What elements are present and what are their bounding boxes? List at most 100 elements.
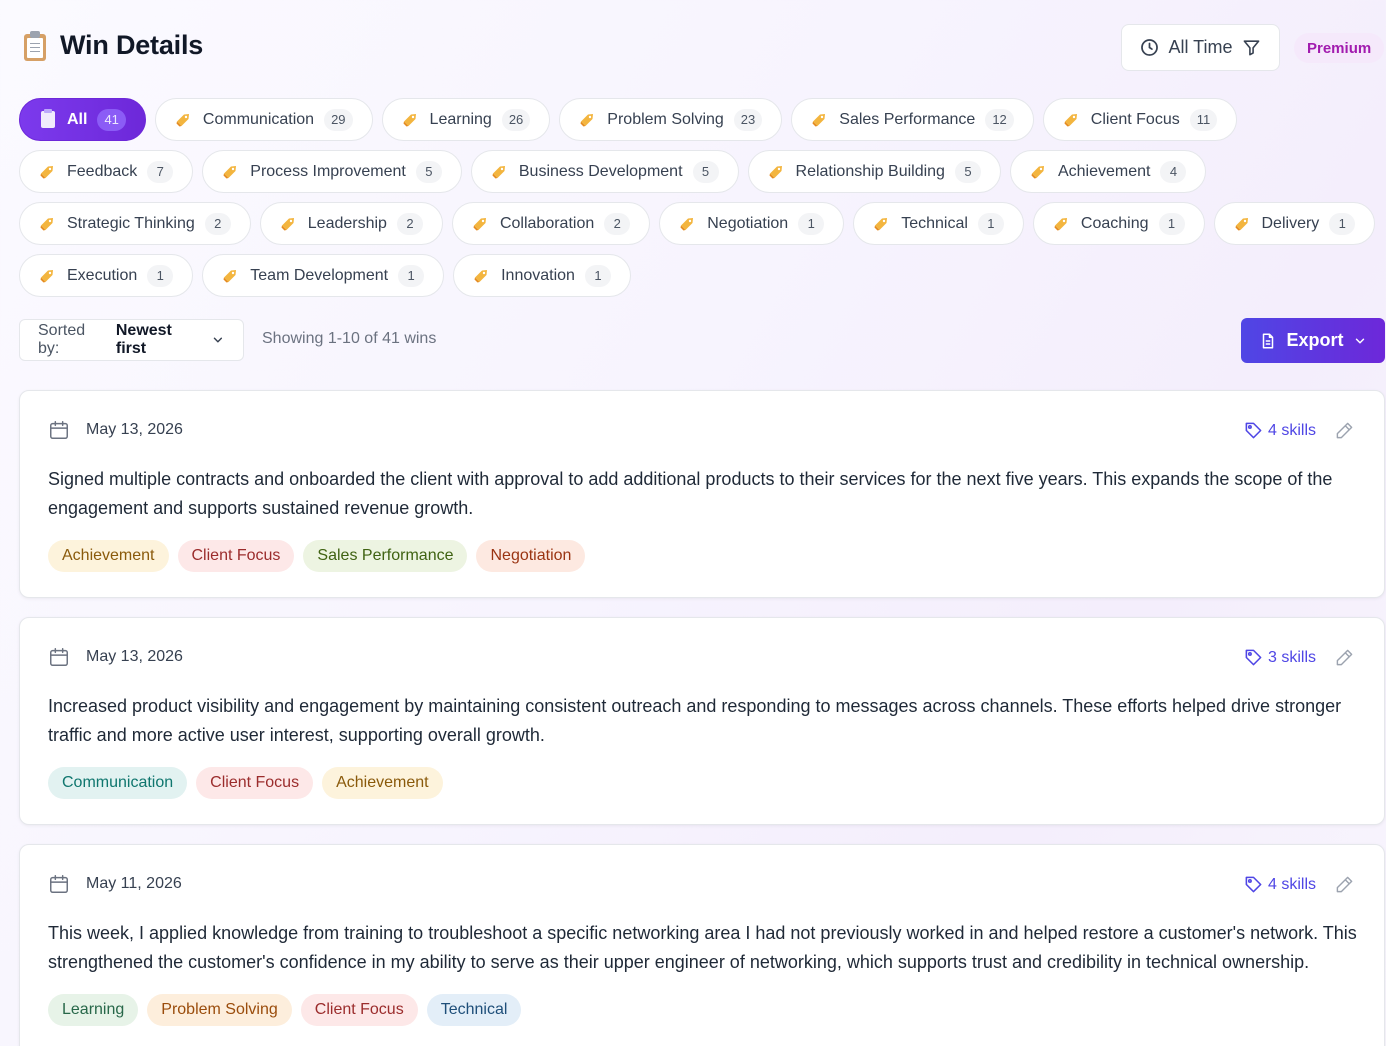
category-chip-problem-solving[interactable]: Problem Solving 23: [559, 98, 783, 141]
tag-icon: [472, 216, 488, 232]
skill-tag[interactable]: Achievement: [48, 540, 169, 572]
pencil-icon[interactable]: [1335, 875, 1354, 894]
skill-tag[interactable]: Client Focus: [177, 540, 295, 572]
tag-icon: [873, 216, 889, 232]
tag-icon: [491, 164, 507, 180]
win-date-row: May 11, 2026: [48, 873, 182, 895]
tag-icon: [222, 268, 238, 284]
win-card[interactable]: May 11, 2026 4 skills This week, I applied…: [19, 844, 1385, 1046]
tag-icon: [39, 268, 55, 284]
calendar-icon: [50, 648, 68, 666]
category-chip-business-development[interactable]: Business Development 5: [470, 150, 739, 193]
category-chip-sales-performance[interactable]: Sales Performance 12: [791, 98, 1034, 141]
calendar-icon: [50, 421, 68, 439]
category-chip-count: 12: [985, 108, 1014, 131]
category-chip-count: 7: [147, 160, 174, 183]
skill-tag[interactable]: Client Focus: [300, 994, 418, 1026]
category-chip-client-focus[interactable]: Client Focus 11: [1042, 98, 1238, 141]
category-chip-label: Achievement: [1057, 162, 1151, 180]
win-card[interactable]: May 13, 2026 3 skills Increased product vi…: [19, 617, 1385, 825]
category-chip-learning[interactable]: Learning 26: [381, 98, 551, 141]
category-chip-count: 1: [398, 264, 425, 287]
clock-icon: [1141, 39, 1159, 56]
category-chip-coaching[interactable]: Coaching 1: [1032, 202, 1205, 245]
filter-icon: [1243, 40, 1259, 56]
category-chip-count: 23: [733, 108, 763, 131]
category-chip-count: 1: [798, 212, 825, 235]
sort-value: Newest first: [115, 322, 172, 357]
category-chip-collaboration[interactable]: Collaboration 2: [451, 202, 651, 245]
category-chip-count: 4: [1160, 160, 1187, 183]
skill-tag[interactable]: Sales Performance: [303, 540, 468, 572]
page-title: Win Details: [60, 30, 204, 60]
category-chip-relationship-building[interactable]: Relationship Building 5: [747, 150, 1001, 193]
export-button[interactable]: Export: [1241, 318, 1385, 363]
category-chip-technical[interactable]: Technical 1: [853, 202, 1024, 245]
category-chip-strategic-thinking[interactable]: Strategic Thinking 2: [19, 202, 251, 245]
tag-icon: [1053, 216, 1069, 232]
premium-badge[interactable]: Premium: [1294, 33, 1385, 63]
clipboard-icon: [22, 30, 48, 61]
category-chip-label: Coaching: [1080, 214, 1149, 232]
results-count: Showing 1-10 of 41 wins: [262, 330, 437, 347]
category-chip-label: Leadership: [307, 214, 387, 232]
sort-prefix: Sorted by:: [38, 322, 86, 357]
skills-count: 3 skills: [1267, 648, 1316, 666]
category-chip-label: Communication: [202, 110, 315, 128]
pencil-icon[interactable]: [1335, 421, 1354, 440]
win-date-row: May 13, 2026: [48, 419, 183, 441]
category-chip-label: Team Development: [250, 266, 389, 284]
category-chip-feedback[interactable]: Feedback 7: [19, 150, 194, 193]
category-chip-count: 1: [147, 264, 174, 287]
category-chip-achievement[interactable]: Achievement 4: [1009, 150, 1207, 193]
skill-tag[interactable]: Achievement: [322, 767, 443, 799]
tag-icon: [280, 216, 296, 232]
category-chip-count: 11: [1189, 108, 1218, 131]
win-description: Increased product visibility and engagem…: [48, 696, 1342, 745]
category-chip-leadership[interactable]: Leadership 2: [259, 202, 443, 245]
skill-tag[interactable]: Negotiation: [476, 540, 586, 572]
category-chip-count: 2: [396, 212, 423, 235]
category-chip-count: 1: [1158, 212, 1185, 235]
time-filter-label: All Time: [1168, 37, 1233, 57]
sort-dropdown[interactable]: Sorted by: Newest first: [19, 319, 244, 361]
category-chip-team-development[interactable]: Team Development 1: [202, 254, 445, 297]
tag-icon: [1245, 876, 1262, 893]
category-chip-count: 1: [584, 264, 611, 287]
skills-count-button[interactable]: 4 skills: [1244, 875, 1316, 894]
category-chip-execution[interactable]: Execution 1: [19, 254, 194, 297]
category-chip-label: Feedback: [67, 162, 138, 180]
category-chip-all[interactable]: All 41: [19, 98, 146, 141]
category-chip-label: Learning: [429, 110, 492, 128]
skill-tag[interactable]: Technical: [426, 994, 522, 1026]
page-header: Win Details: [22, 30, 203, 61]
tag-icon: [222, 164, 238, 180]
category-chip-label: Business Development: [518, 162, 683, 180]
skills-count-button[interactable]: 4 skills: [1244, 421, 1316, 440]
clipboard-icon: [41, 109, 55, 128]
category-chip-process-improvement[interactable]: Process Improvement 5: [202, 150, 462, 193]
tag-icon: [1245, 422, 1262, 439]
skill-tag[interactable]: Communication: [48, 767, 188, 799]
category-chip-communication[interactable]: Communication 29: [154, 98, 373, 141]
category-chip-delivery[interactable]: Delivery 1: [1213, 202, 1376, 245]
skill-tag[interactable]: Learning: [48, 994, 139, 1026]
skill-tag[interactable]: Client Focus: [196, 767, 314, 799]
category-chip-label: All: [67, 110, 88, 128]
category-chip-innovation[interactable]: Innovation 1: [453, 254, 631, 297]
category-chip-count: 5: [692, 160, 719, 183]
skill-tag[interactable]: Problem Solving: [147, 994, 292, 1026]
pencil-icon[interactable]: [1335, 648, 1354, 667]
skills-count: 4 skills: [1267, 421, 1316, 439]
win-card[interactable]: May 13, 2026 4 skills Signed multiple cont…: [19, 390, 1385, 598]
category-chip-negotiation[interactable]: Negotiation 1: [659, 202, 845, 245]
tag-icon: [175, 112, 191, 128]
category-chip-label: Client Focus: [1090, 110, 1180, 128]
time-filter-button[interactable]: All Time: [1121, 24, 1280, 71]
export-label: Export: [1286, 330, 1344, 350]
skills-count-button[interactable]: 3 skills: [1244, 648, 1316, 667]
category-chip-label: Collaboration: [499, 214, 595, 232]
category-chip-count: 5: [415, 160, 442, 183]
category-chip-label: Technical: [901, 214, 968, 232]
category-chip-label: Delivery: [1261, 214, 1320, 232]
